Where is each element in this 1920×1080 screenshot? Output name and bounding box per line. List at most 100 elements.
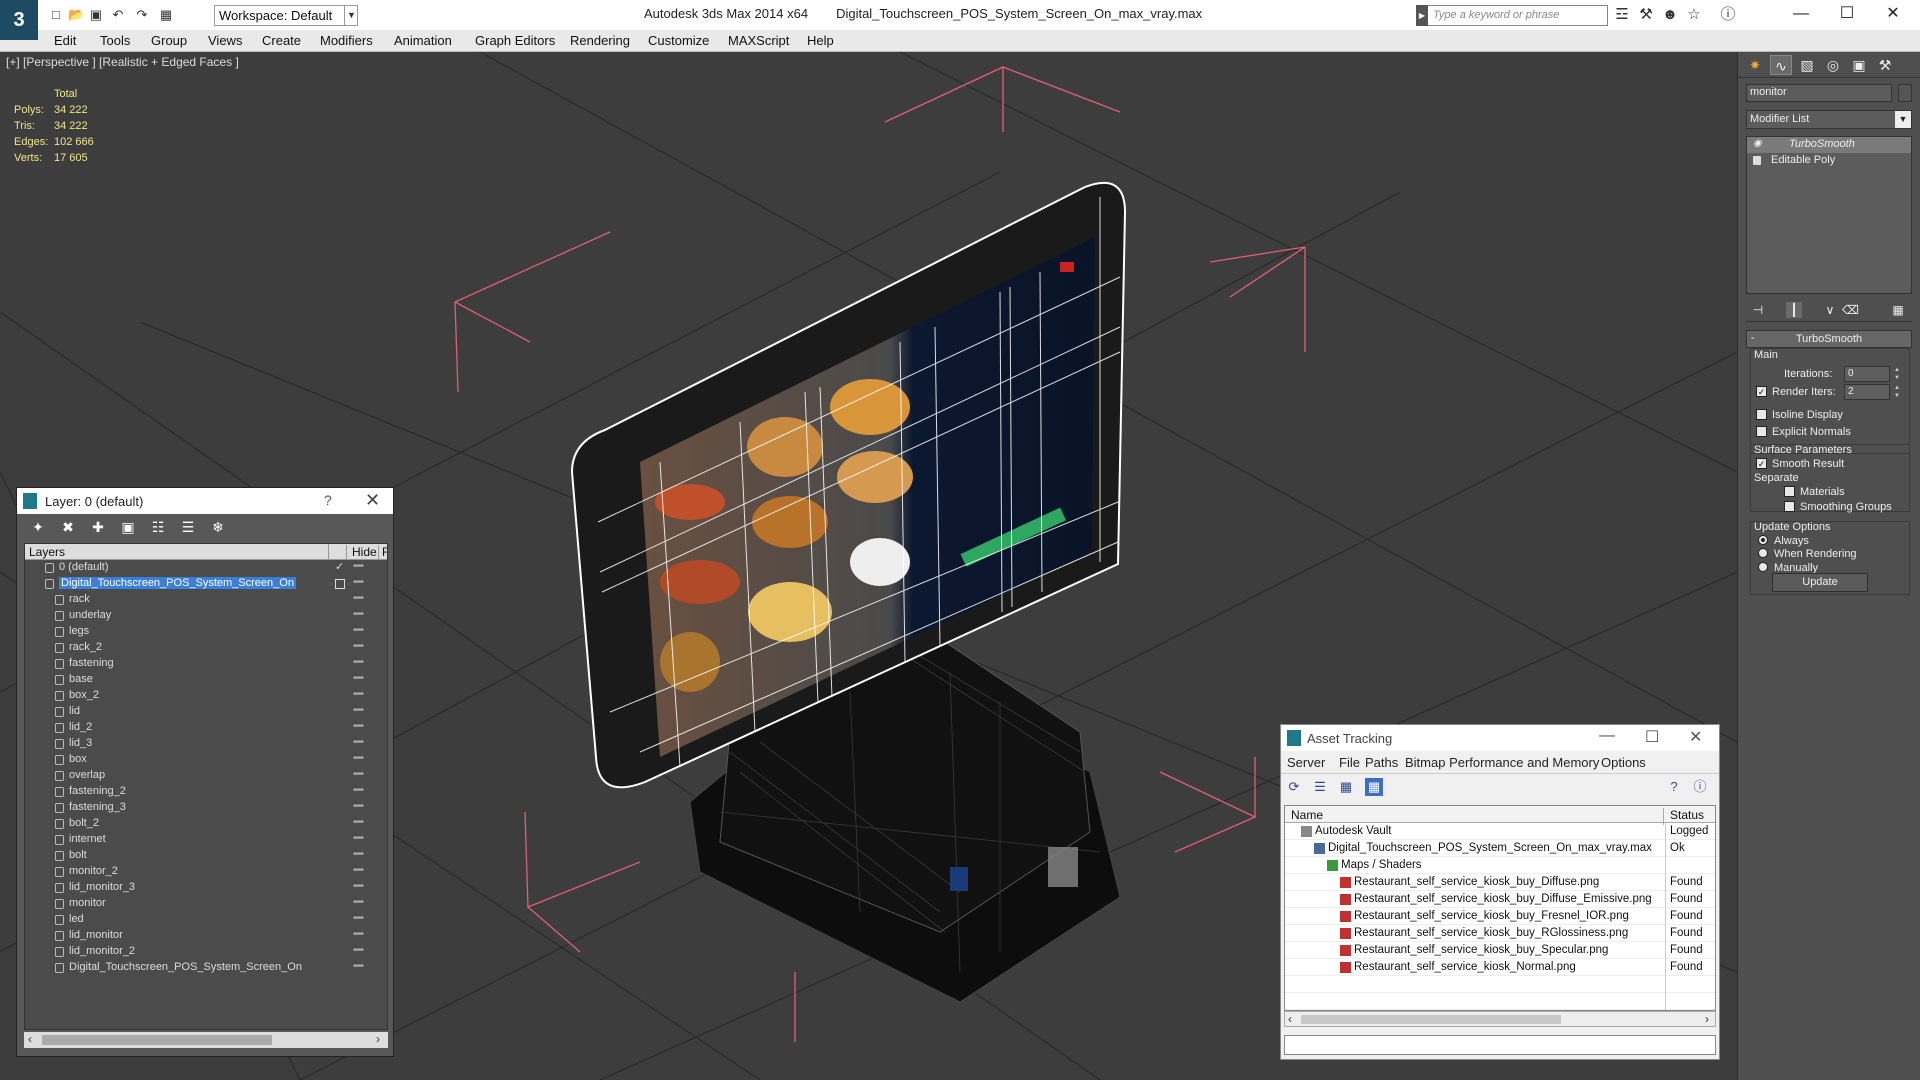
chevron-down-icon[interactable]: ▼: [1895, 111, 1911, 128]
highlight-layer-icon[interactable]: ☷: [149, 518, 167, 536]
hide-toggle[interactable]: ••••: [353, 753, 364, 764]
render-iters-spinner[interactable]: 2: [1844, 384, 1890, 400]
project-folder-icon[interactable]: ▦: [158, 7, 174, 23]
col-name[interactable]: Name: [1291, 808, 1323, 822]
asset-menu-options[interactable]: Options: [1601, 755, 1646, 770]
hide-toggle[interactable]: ••••: [353, 929, 364, 940]
layer-object-row[interactable]: fastening_3 ••••: [25, 800, 387, 816]
hide-toggle[interactable]: ••••: [353, 593, 364, 604]
hide-toggle[interactable]: ••••: [353, 849, 364, 860]
pin-stack-icon[interactable]: ⊣: [1750, 302, 1766, 318]
object-name-field[interactable]: monitor: [1746, 84, 1892, 102]
layer-object-row[interactable]: bolt_2 ••••: [25, 816, 387, 832]
asset-row[interactable]: Restaurant_self_service_kiosk_Normal.png…: [1285, 959, 1715, 976]
hide-toggle[interactable]: ••••: [353, 673, 364, 684]
stack-item-turbosmooth[interactable]: ◉ TurboSmooth: [1747, 137, 1911, 153]
menu-views[interactable]: Views: [208, 33, 242, 48]
scrollbar-thumb[interactable]: [42, 1035, 272, 1045]
layer-row-active[interactable]: Digital_Touchscreen_POS_System_Screen_On…: [25, 576, 387, 592]
spinner-arrows-icon[interactable]: ▲ ▼: [1892, 366, 1902, 382]
utilities-tab-icon[interactable]: ⚒: [1874, 55, 1896, 75]
chevron-left-icon[interactable]: ‹: [1288, 1012, 1292, 1026]
hide-toggle[interactable]: ••••: [353, 785, 364, 796]
tools-icon[interactable]: ⚒: [1636, 6, 1656, 24]
context-help-icon[interactable]: ⓘ: [1691, 778, 1709, 796]
current-layer-toggle[interactable]: [335, 579, 345, 589]
render-iters-checkbox[interactable]: ✓: [1756, 386, 1767, 397]
scrollbar-thumb[interactable]: [1301, 1015, 1561, 1024]
hide-toggle[interactable]: ••••: [353, 769, 364, 780]
make-unique-icon[interactable]: ∨: [1822, 302, 1838, 318]
search-input[interactable]: Type a keyword or phrase: [1416, 5, 1608, 26]
hierarchy-tab-icon[interactable]: ▧: [1796, 55, 1818, 75]
menu-create[interactable]: Create: [262, 33, 301, 48]
help-icon[interactable]: ⓘ: [1718, 6, 1738, 24]
asset-row[interactable]: Restaurant_self_service_kiosk_buy_Fresne…: [1285, 908, 1715, 925]
layer-row-default[interactable]: 0 (default) ✓ ••••: [25, 560, 387, 576]
hide-toggle[interactable]: ••••: [353, 705, 364, 716]
asset-menu-server[interactable]: Server: [1287, 755, 1325, 770]
motion-tab-icon[interactable]: ◎: [1822, 55, 1844, 75]
object-color-swatch[interactable]: [1898, 84, 1912, 102]
configure-modifier-sets-icon[interactable]: ▦: [1890, 302, 1906, 318]
redo-icon[interactable]: ↷: [134, 7, 150, 23]
explicit-normals-checkbox[interactable]: [1756, 426, 1767, 437]
col-hide[interactable]: Hide: [346, 545, 378, 559]
hide-toggle[interactable]: ••••: [353, 721, 364, 732]
undo-icon[interactable]: ↶: [110, 7, 126, 23]
asset-row[interactable]: Digital_Touchscreen_POS_System_Screen_On…: [1285, 840, 1715, 857]
menu-edit[interactable]: Edit: [54, 33, 76, 48]
asset-menu-bitmap-performance[interactable]: Bitmap Performance and Memory: [1405, 755, 1599, 770]
hide-toggle[interactable]: ••••: [353, 737, 364, 748]
hide-toggle[interactable]: ••••: [353, 625, 364, 636]
add-to-layer-icon[interactable]: ✚: [89, 518, 107, 536]
asset-panel-titlebar[interactable]: Asset Tracking — ☐ ✕: [1281, 725, 1719, 751]
layer-object-row[interactable]: underlay ••••: [25, 608, 387, 624]
iterations-spinner[interactable]: 0: [1844, 366, 1890, 382]
materials-checkbox[interactable]: [1784, 486, 1795, 497]
asset-menu-paths[interactable]: Paths: [1365, 755, 1398, 770]
close-icon[interactable]: ✕: [1689, 727, 1702, 747]
layer-object-row[interactable]: lid_monitor ••••: [25, 928, 387, 944]
asset-row[interactable]: Restaurant_self_service_kiosk_buy_Diffus…: [1285, 891, 1715, 908]
hide-toggle[interactable]: ••••: [353, 897, 364, 908]
star-icon[interactable]: ☆: [1684, 6, 1704, 24]
table-view-icon[interactable]: ▦: [1365, 778, 1383, 796]
layer-object-row[interactable]: fastening_2 ••••: [25, 784, 387, 800]
asset-row[interactable]: Autodesk Vault Logged: [1285, 823, 1715, 840]
new-file-icon[interactable]: □: [48, 7, 64, 23]
layer-panel-titlebar[interactable]: Layer: 0 (default) ? ✕: [17, 488, 393, 514]
show-end-result-icon[interactable]: ┃: [1786, 302, 1802, 318]
layer-list[interactable]: Layers Hide F 0 (default) ✓ •••• Digital…: [24, 543, 388, 1030]
chevron-right-icon[interactable]: ›: [1705, 1012, 1709, 1026]
menu-graph-editors[interactable]: Graph Editors: [475, 33, 555, 48]
layer-object-row[interactable]: base ••••: [25, 672, 387, 688]
asset-row[interactable]: Maps / Shaders: [1285, 857, 1715, 874]
hide-toggle[interactable]: ••••: [353, 609, 364, 620]
save-file-icon[interactable]: ▣: [88, 7, 104, 23]
update-when-rendering-radio[interactable]: [1758, 548, 1768, 558]
create-tab-icon[interactable]: ✷: [1744, 55, 1766, 75]
help-icon[interactable]: ?: [1665, 778, 1683, 796]
hide-toggle[interactable]: ••••: [353, 817, 364, 828]
hide-toggle[interactable]: ••••: [353, 913, 364, 924]
layer-object-row[interactable]: monitor ••••: [25, 896, 387, 912]
update-button[interactable]: Update: [1772, 573, 1868, 592]
hide-toggle[interactable]: ••••: [353, 945, 364, 956]
minimize-button[interactable]: —: [1778, 0, 1824, 30]
minimize-icon[interactable]: —: [1599, 727, 1615, 745]
close-icon[interactable]: ✕: [365, 490, 380, 511]
layer-object-row[interactable]: legs ••••: [25, 624, 387, 640]
hide-toggle[interactable]: ••••: [353, 833, 364, 844]
maximize-icon[interactable]: ☐: [1645, 727, 1659, 747]
col-layers[interactable]: Layers: [29, 545, 65, 559]
layer-object-row[interactable]: monitor_2 ••••: [25, 864, 387, 880]
chevron-left-icon[interactable]: ‹: [28, 1032, 32, 1046]
layer-object-row[interactable]: lid ••••: [25, 704, 387, 720]
smoothing-groups-checkbox[interactable]: [1784, 501, 1795, 512]
open-file-icon[interactable]: 📂: [68, 7, 84, 23]
layer-object-row[interactable]: internet ••••: [25, 832, 387, 848]
select-in-layer-icon[interactable]: ▣: [119, 518, 137, 536]
asset-row[interactable]: Restaurant_self_service_kiosk_buy_Specul…: [1285, 942, 1715, 959]
update-always-radio[interactable]: [1758, 535, 1768, 545]
